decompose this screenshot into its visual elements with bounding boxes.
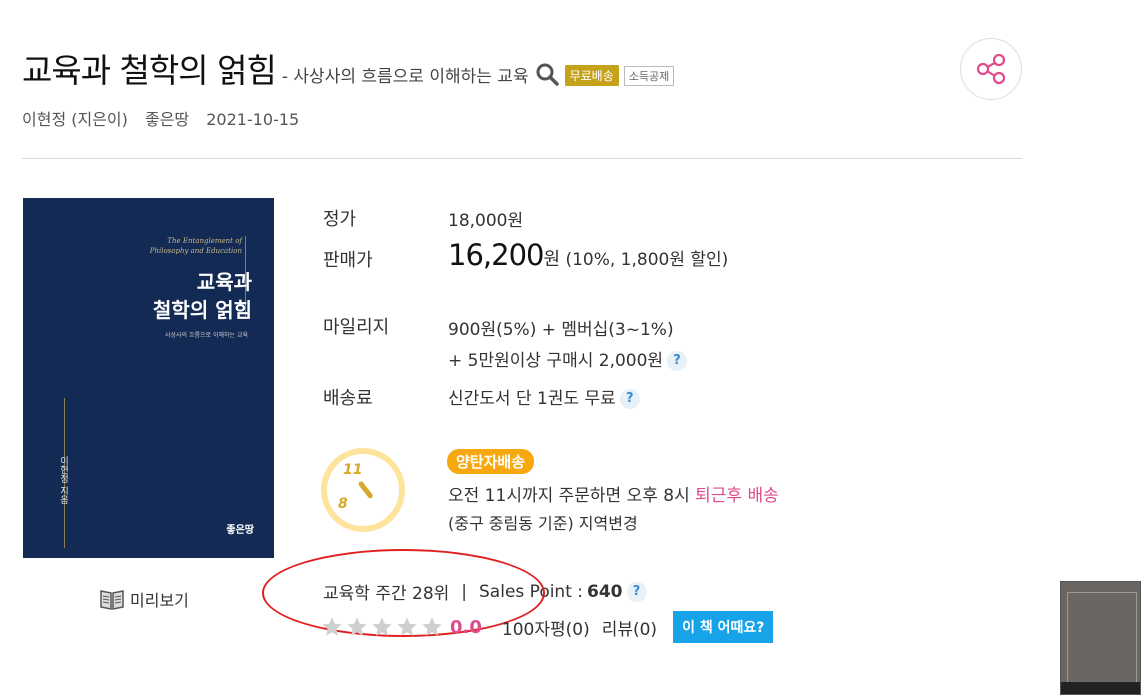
- rating-row: 0.0 100자평(0) 리뷰(0) 이 책 어때요?: [321, 611, 774, 643]
- short-review-count[interactable]: 100자평(0): [502, 615, 590, 640]
- star-icon: [397, 617, 417, 636]
- cover-english-title: The Entanglement of Philosophy and Educa…: [149, 237, 242, 255]
- delivery-info: 오전 11시까지 주문하면 오후 8시 퇴근후 배송: [448, 481, 779, 506]
- sale-price-label: 판매가: [323, 250, 373, 271]
- star-icon: [422, 617, 442, 636]
- shipping-value: 신간도서 단 1권도 무료?: [448, 384, 640, 409]
- side-book-thumbnail[interactable]: [1060, 581, 1141, 695]
- search-icon[interactable]: [535, 62, 559, 86]
- free-shipping-badge: 무료배송: [564, 65, 619, 86]
- publisher-link[interactable]: 좋은땅: [145, 110, 189, 129]
- sale-price-unit: 원: [543, 249, 561, 270]
- mileage-line2: + 5만원이상 구매시 2,000원?: [448, 346, 688, 371]
- book-cover[interactable]: The Entanglement of Philosophy and Educa…: [23, 198, 274, 558]
- share-icon: [976, 53, 1006, 85]
- help-icon[interactable]: ?: [619, 389, 640, 409]
- mileage-line2-text: + 5만원이상 구매시 2,000원: [448, 351, 664, 371]
- sale-price-value: 16,200: [448, 238, 544, 272]
- star-icon: [372, 617, 392, 636]
- star-icon: [322, 617, 342, 636]
- star-rating: [321, 616, 446, 638]
- mileage-line1: 900원(5%) + 멤버십(3~1%): [448, 320, 674, 340]
- review-count[interactable]: 리뷰(0): [602, 615, 657, 640]
- publish-date: 2021-10-15: [206, 110, 300, 129]
- mileage-label: 마일리지: [323, 317, 390, 338]
- list-price-label: 정가: [323, 209, 357, 230]
- delivery-info-text: 오전 11시까지 주문하면 오후 8시: [448, 486, 696, 506]
- list-price-value: 18,000원: [448, 211, 524, 231]
- open-book-icon: [100, 588, 124, 610]
- clock-icon: 11 8: [321, 448, 405, 532]
- shipping-value-text: 신간도서 단 1권도 무료: [448, 389, 616, 409]
- sales-point-value: 640: [587, 581, 623, 602]
- delivery-region[interactable]: (중구 중림동 기준) 지역변경: [448, 510, 638, 534]
- star-icon: [347, 617, 367, 636]
- side-book-bottom: [1061, 682, 1140, 694]
- help-icon[interactable]: ?: [626, 581, 647, 602]
- side-book-frame: [1067, 592, 1137, 684]
- preview-button[interactable]: 미리보기: [100, 587, 189, 611]
- discount-text: (10%, 1,800원 할인): [560, 250, 729, 270]
- clock-label-8: 8: [338, 496, 348, 512]
- delivery-highlight: 퇴근후 배송: [695, 486, 779, 506]
- book-subtitle: - 사상사의 흐름으로 이해하는 교육: [281, 67, 529, 87]
- author-link[interactable]: 이현정 (지은이): [22, 110, 128, 129]
- help-icon[interactable]: ?: [667, 351, 688, 371]
- book-title: 교육과 철학의 얽힘: [22, 51, 277, 90]
- opinion-button[interactable]: 이 책 어때요?: [673, 611, 774, 643]
- title-row: 교육과 철학의 얽힘 - 사상사의 흐름으로 이해하는 교육 무료배송 소득공제: [22, 44, 675, 92]
- shipping-label: 배송료: [323, 388, 373, 409]
- cover-author: 이현정 지음: [58, 456, 68, 504]
- cover-korean-title: 교육과 철학의 얽힘: [153, 270, 252, 322]
- book-meta: 이현정 (지은이) 좋은땅 2021-10-15: [22, 106, 311, 130]
- share-button[interactable]: [960, 38, 1022, 100]
- delivery-badge: 양탄자배송: [447, 449, 535, 474]
- divider: [22, 158, 1022, 159]
- clock-hand: [357, 480, 374, 500]
- cover-subtitle: 사상사의 흐름으로 이해하는 교육: [164, 332, 248, 339]
- rating-score: 0.0: [450, 616, 482, 638]
- preview-label: 미리보기: [130, 591, 189, 610]
- tax-deduction-badge: 소득공제: [623, 66, 675, 86]
- sale-price: 16,200원 (10%, 1,800원 할인): [448, 238, 728, 272]
- cover-publisher: 좋은땅: [226, 525, 254, 536]
- clock-label-11: 11: [343, 462, 363, 478]
